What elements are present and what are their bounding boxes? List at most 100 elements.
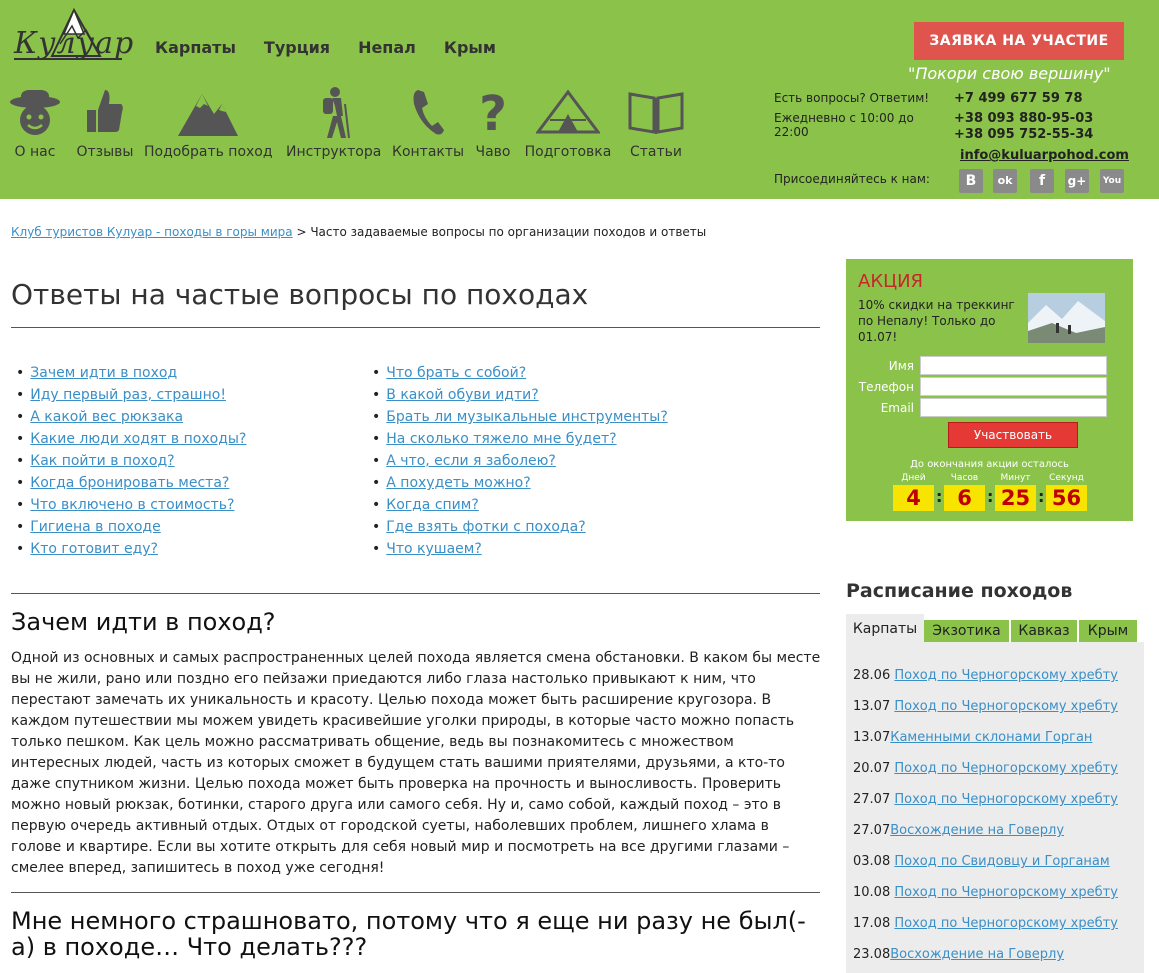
faq-link[interactable]: Зачем идти в поход bbox=[30, 365, 177, 381]
tab-exotic[interactable]: Экзотика bbox=[924, 620, 1009, 642]
list-item: Что включено в стоимость? bbox=[16, 497, 246, 519]
countdown-seconds: 56 bbox=[1046, 485, 1087, 511]
nav-item-label: Отзывы bbox=[76, 144, 134, 160]
trip-date: 17.08 bbox=[853, 916, 891, 931]
list-item: В какой обуви идти? bbox=[372, 387, 668, 409]
list-item: Брать ли музыкальные инструменты? bbox=[372, 409, 668, 431]
countdown-minutes: 25 bbox=[995, 485, 1036, 511]
site-logo[interactable]: Кулуар bbox=[12, 4, 133, 64]
countdown-separator: : bbox=[987, 487, 994, 506]
faq-link[interactable]: Где взять фотки с похода? bbox=[386, 519, 585, 535]
list-item: Зачем идти в поход bbox=[16, 365, 246, 387]
tab-crimea[interactable]: Крым bbox=[1079, 620, 1137, 642]
faq-link[interactable]: А что, если я заболею? bbox=[386, 453, 556, 469]
trip-date: 27.07 bbox=[853, 823, 891, 838]
divider bbox=[11, 892, 820, 893]
faq-link[interactable]: На сколько тяжело мне будет? bbox=[386, 431, 616, 447]
countdown-separator: : bbox=[936, 487, 943, 506]
faq-link[interactable]: Кто готовит еду? bbox=[30, 541, 158, 557]
breadcrumb-home-link[interactable]: Клуб туристов Кулуар - походы в горы мир… bbox=[11, 225, 293, 239]
tab-carpathians[interactable]: Карпаты bbox=[846, 614, 924, 642]
nav-link-crimea[interactable]: Крым bbox=[444, 38, 496, 57]
trip-date: 13.07 bbox=[853, 730, 891, 745]
phone-ru[interactable]: +7 499 677 59 78 bbox=[954, 91, 1083, 106]
phone-input[interactable] bbox=[920, 377, 1107, 396]
email-input[interactable] bbox=[920, 398, 1107, 417]
nav-item-label: Подготовка bbox=[524, 144, 612, 160]
trip-date: 10.08 bbox=[853, 885, 891, 900]
phone-label: Телефон bbox=[858, 380, 914, 394]
table-row: 13.07Каменными склонами Горган bbox=[853, 730, 1092, 745]
promo-box: АКЦИЯ 10% скидки на треккинг по Непалу! … bbox=[846, 259, 1133, 521]
trip-link[interactable]: Поход по Черногорскому хребту bbox=[894, 668, 1118, 683]
faq-link[interactable]: Что включено в стоимость? bbox=[30, 497, 234, 513]
nav-item-faq[interactable]: ? Чаво bbox=[474, 86, 512, 160]
trip-link[interactable]: Каменными склонами Горган bbox=[890, 730, 1092, 745]
faq-link[interactable]: А похудеть можно? bbox=[386, 475, 530, 491]
countdown-days: 4 bbox=[893, 485, 934, 511]
trip-link[interactable]: Поход по Черногорскому хребту bbox=[894, 792, 1118, 807]
trip-link[interactable]: Восхождение на Говерлу bbox=[890, 823, 1064, 838]
faq-list-left: Зачем идти в поход Иду первый раз, страш… bbox=[16, 365, 246, 563]
faq-link[interactable]: Когда спим? bbox=[386, 497, 479, 513]
participate-button[interactable]: Участвовать bbox=[948, 422, 1078, 448]
trip-link[interactable]: Поход по Черногорскому хребту bbox=[894, 761, 1118, 776]
hiker-icon bbox=[323, 87, 350, 139]
apply-button[interactable]: ЗАЯВКА НА УЧАСТИЕ bbox=[914, 22, 1124, 60]
facebook-icon[interactable]: f bbox=[1030, 169, 1054, 193]
faq-link[interactable]: Какие люди ходят в походы? bbox=[30, 431, 246, 447]
nav-link-nepal[interactable]: Непал bbox=[358, 38, 416, 57]
trip-date: 23.08 bbox=[853, 947, 891, 962]
faq-link[interactable]: Гигиена в походе bbox=[30, 519, 160, 535]
name-label: Имя bbox=[888, 359, 914, 373]
vk-icon[interactable]: B bbox=[959, 169, 983, 193]
trip-link[interactable]: Поход по Свидовцу и Горганам bbox=[894, 854, 1109, 869]
odnoklassniki-icon[interactable]: ok bbox=[993, 169, 1017, 193]
faq-link[interactable]: Иду первый раз, страшно! bbox=[30, 387, 226, 403]
countdown-unit-seconds: Секунд bbox=[1049, 473, 1084, 483]
nav-item-contacts[interactable]: Контакты bbox=[392, 86, 464, 160]
nav-item-articles[interactable]: Статьи bbox=[624, 86, 688, 160]
thumbs-up-icon bbox=[87, 90, 123, 132]
faq-link[interactable]: А какой вес рюкзака bbox=[30, 409, 183, 425]
faq-link[interactable]: Что брать с собой? bbox=[386, 365, 526, 381]
nav-item-reviews[interactable]: Отзывы bbox=[74, 86, 136, 160]
list-item: Кто готовит еду? bbox=[16, 541, 246, 563]
email-label: Email bbox=[880, 401, 914, 415]
email-link[interactable]: info@kuluarpohod.com bbox=[960, 148, 1129, 163]
person-hat-icon bbox=[10, 90, 60, 135]
table-row: 20.07 Поход по Черногорскому хребту bbox=[853, 761, 1118, 776]
list-item: Когда бронировать места? bbox=[16, 475, 246, 497]
trip-link[interactable]: Поход по Черногорскому хребту bbox=[894, 916, 1118, 931]
nav-item-instructors[interactable]: Инструктора bbox=[286, 86, 382, 160]
faq-link[interactable]: Что кушаем? bbox=[386, 541, 482, 557]
nav-link-carpathians[interactable]: Карпаты bbox=[155, 38, 236, 57]
trip-link[interactable]: Поход по Черногорскому хребту bbox=[894, 885, 1118, 900]
faq-link[interactable]: В какой обуви идти? bbox=[386, 387, 538, 403]
nav-item-preparation[interactable]: Подготовка bbox=[522, 86, 614, 160]
nav-item-about[interactable]: О нас bbox=[6, 86, 64, 160]
trip-date: 20.07 bbox=[853, 761, 891, 776]
trip-link[interactable]: Восхождение на Говерлу bbox=[890, 947, 1064, 962]
phone-ua-2[interactable]: +38 095 752-55-34 bbox=[954, 127, 1093, 142]
name-input[interactable] bbox=[920, 356, 1107, 375]
countdown-unit-hours: Часов bbox=[950, 473, 979, 483]
trip-link[interactable]: Поход по Черногорскому хребту bbox=[894, 699, 1118, 714]
youtube-icon[interactable]: You bbox=[1100, 169, 1124, 193]
tab-caucasus[interactable]: Кавказ bbox=[1011, 620, 1077, 642]
faq-link[interactable]: Как пойти в поход? bbox=[30, 453, 174, 469]
nav-item-label: Инструктора bbox=[286, 144, 382, 160]
divider bbox=[11, 327, 820, 328]
list-item: А похудеть можно? bbox=[372, 475, 668, 497]
faq-link[interactable]: Брать ли музыкальные инструменты? bbox=[386, 409, 668, 425]
google-plus-icon[interactable]: g+ bbox=[1065, 169, 1089, 193]
nav-link-turkey[interactable]: Турция bbox=[264, 38, 330, 57]
schedule-title: Расписание походов bbox=[846, 580, 1073, 602]
list-item: Как пойти в поход? bbox=[16, 453, 246, 475]
table-row: 13.07 Поход по Черногорскому хребту bbox=[853, 699, 1118, 714]
nav-item-find-trip[interactable]: Подобрать поход bbox=[144, 86, 273, 160]
faq-link[interactable]: Когда бронировать места? bbox=[30, 475, 229, 491]
list-item: Что кушаем? bbox=[372, 541, 668, 563]
section-text-why-hike: Одной из основных и самых распространенн… bbox=[11, 650, 821, 876]
phone-ua-1[interactable]: +38 093 880-95-03 bbox=[954, 111, 1093, 126]
